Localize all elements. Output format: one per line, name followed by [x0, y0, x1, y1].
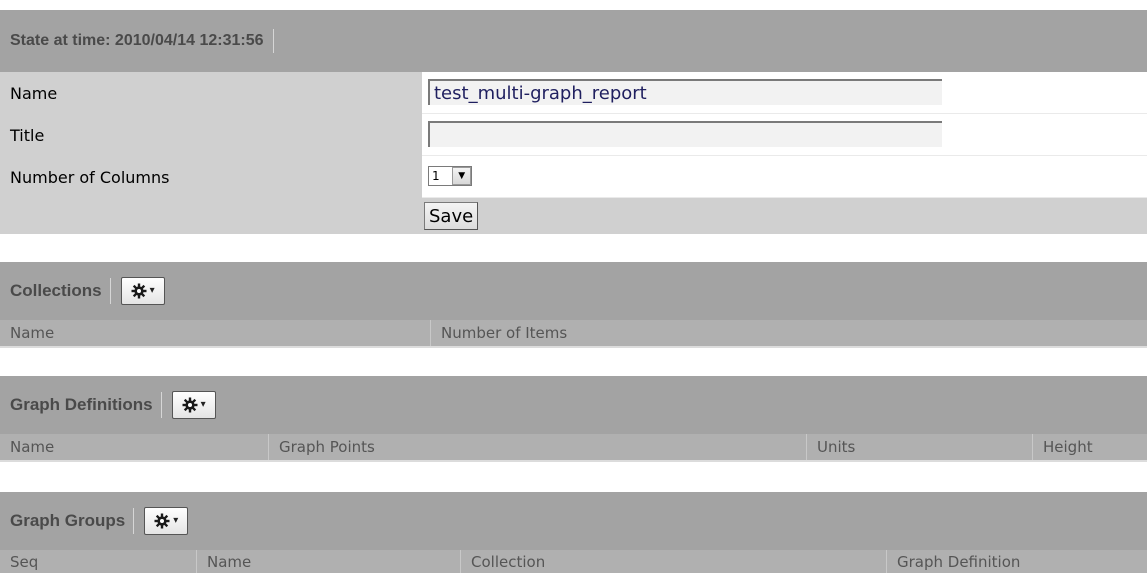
- title-input[interactable]: [428, 121, 942, 147]
- state-time-title: State at time: 2010/04/14 12:31:56: [10, 29, 275, 53]
- graph-groups-title: Graph Groups: [10, 508, 135, 534]
- gear-icon: [131, 283, 147, 299]
- caret-down-icon: ▾: [149, 285, 155, 296]
- save-button[interactable]: Save: [424, 202, 479, 230]
- column-header-height[interactable]: Height: [1032, 434, 1147, 460]
- save-row-left: [0, 198, 422, 234]
- collections-column-header: Name Number of Items: [0, 320, 1147, 348]
- collections-actions-button[interactable]: ▾: [120, 277, 165, 305]
- caret-down-icon[interactable]: ▼: [452, 167, 471, 185]
- gear-icon: [154, 513, 170, 529]
- state-header: State at time: 2010/04/14 12:31:56: [0, 10, 1147, 72]
- graph-definitions-actions-button[interactable]: ▾: [171, 391, 216, 419]
- name-value-cell: [422, 72, 1147, 114]
- graph-groups-column-header: Seq Name Collection Graph Definition: [0, 550, 1147, 573]
- name-row: Name: [0, 72, 1147, 114]
- gear-icon: [182, 397, 198, 413]
- caret-down-icon: ▾: [173, 515, 179, 526]
- graph-definitions-title: Graph Definitions: [10, 392, 162, 418]
- column-header-units[interactable]: Units: [806, 434, 1032, 460]
- columns-select-value: 1: [432, 169, 440, 183]
- graph-groups-header: Graph Groups ▾: [0, 492, 1147, 550]
- column-header-graph-points[interactable]: Graph Points: [268, 434, 806, 460]
- graph-groups-actions-button[interactable]: ▾: [144, 507, 189, 535]
- column-header-collection[interactable]: Collection: [460, 550, 886, 573]
- graph-definitions-column-header: Name Graph Points Units Height: [0, 434, 1147, 462]
- title-label: Title: [0, 114, 422, 156]
- name-label: Name: [0, 72, 422, 114]
- column-header-name[interactable]: Name: [196, 550, 460, 573]
- column-header-seq[interactable]: Seq: [0, 550, 196, 573]
- columns-select[interactable]: 1 ▼: [428, 166, 472, 186]
- graph-definitions-header: Graph Definitions ▾: [0, 376, 1147, 434]
- collections-title: Collections: [10, 278, 111, 304]
- columns-value-cell: 1 ▼: [422, 156, 1147, 198]
- title-value-cell: [422, 114, 1147, 156]
- title-row: Title: [0, 114, 1147, 156]
- collections-header: Collections ▾: [0, 262, 1147, 320]
- save-row: Save: [0, 198, 1147, 234]
- column-header-graph-definition[interactable]: Graph Definition: [886, 550, 1147, 573]
- columns-row: Number of Columns 1 ▼: [0, 156, 1147, 198]
- caret-down-icon: ▾: [200, 399, 206, 410]
- column-header-name[interactable]: Name: [0, 434, 268, 460]
- column-header-number-of-items[interactable]: Number of Items: [430, 320, 1147, 346]
- columns-label: Number of Columns: [0, 156, 422, 198]
- name-input[interactable]: [428, 79, 942, 105]
- save-row-right: Save: [422, 198, 1147, 234]
- column-header-name[interactable]: Name: [0, 320, 430, 346]
